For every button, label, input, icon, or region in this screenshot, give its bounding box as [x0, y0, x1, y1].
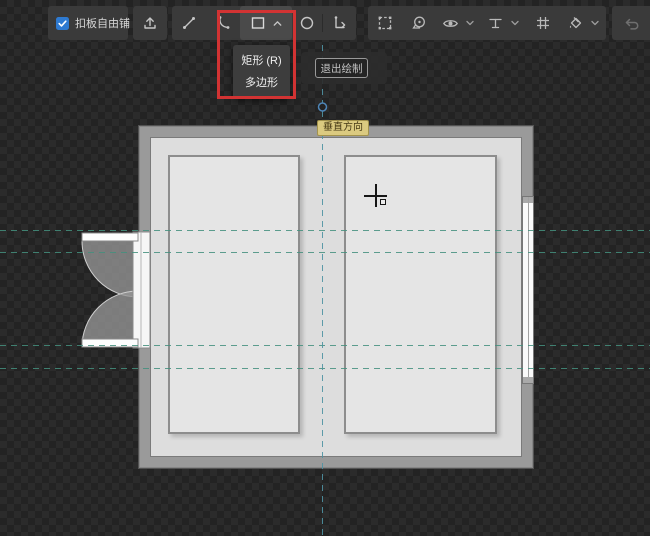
crosshair-cursor	[364, 184, 389, 209]
menu-item-polygon[interactable]: 多边形	[233, 72, 290, 94]
window-glass-line	[528, 197, 529, 383]
checkbox-checked-icon[interactable]	[56, 17, 69, 30]
paint-bucket-icon	[566, 14, 585, 33]
angle-tool-button[interactable]	[323, 6, 356, 40]
visibility-button[interactable]	[436, 6, 480, 40]
door-swing-top	[82, 241, 138, 297]
menu-item-rectangle[interactable]: 矩形 (R)	[233, 50, 290, 72]
chevron-down-icon	[589, 17, 601, 29]
door-leaf-bottom	[82, 339, 138, 347]
canvas-stage[interactable]: 垂直方向 扣板自由铺	[0, 0, 650, 536]
history-group	[612, 6, 650, 40]
eye-icon	[441, 14, 460, 33]
draw-tools-group	[172, 6, 356, 40]
angle-tool-icon	[331, 14, 349, 32]
paint-bucket-button[interactable]	[560, 6, 606, 40]
undo-icon	[622, 14, 641, 33]
rectangle-tool-icon	[249, 14, 267, 32]
chevron-down-icon	[509, 17, 521, 29]
line-tool-icon	[180, 14, 198, 32]
tape-measure-button[interactable]	[402, 6, 436, 40]
window-cap-bottom	[523, 377, 533, 383]
arc-tool-icon	[214, 14, 232, 32]
chevron-down-icon	[464, 17, 476, 29]
chevron-up-icon	[271, 17, 284, 30]
grid-toggle-button[interactable]	[526, 6, 560, 40]
level-align-button[interactable]	[480, 6, 526, 40]
circle-tool-icon	[298, 14, 316, 32]
rectangle-tool-button[interactable]	[240, 6, 292, 40]
free-lay-label: 扣板自由铺	[75, 15, 130, 31]
marquee-select-icon	[376, 14, 394, 32]
ceiling-panel-left[interactable]	[168, 155, 300, 434]
window-symbol[interactable]	[522, 196, 534, 384]
export-group	[133, 6, 167, 40]
view-tools-group	[368, 6, 606, 40]
undo-button[interactable]	[612, 6, 650, 40]
door-leaf-top	[82, 233, 138, 241]
grid-hash-icon	[534, 14, 552, 32]
arc-tool-button[interactable]	[206, 6, 240, 40]
rectangle-tool-dropdown: 矩形 (R) 多边形	[233, 45, 290, 99]
tape-measure-icon	[410, 14, 428, 32]
vertical-guide-node[interactable]	[319, 103, 327, 111]
export-button[interactable]	[133, 6, 167, 40]
exit-draw-button[interactable]: 退出绘制	[315, 58, 368, 78]
circle-tool-button[interactable]	[292, 6, 322, 40]
align-distribute-icon	[486, 14, 505, 33]
free-lay-toggle[interactable]: 扣板自由铺	[48, 6, 128, 40]
double-door-symbol[interactable]	[78, 228, 152, 352]
line-tool-button[interactable]	[172, 6, 206, 40]
marquee-select-button[interactable]	[368, 6, 402, 40]
export-icon	[141, 14, 159, 32]
vertical-direction-tooltip: 垂直方向	[317, 120, 369, 136]
